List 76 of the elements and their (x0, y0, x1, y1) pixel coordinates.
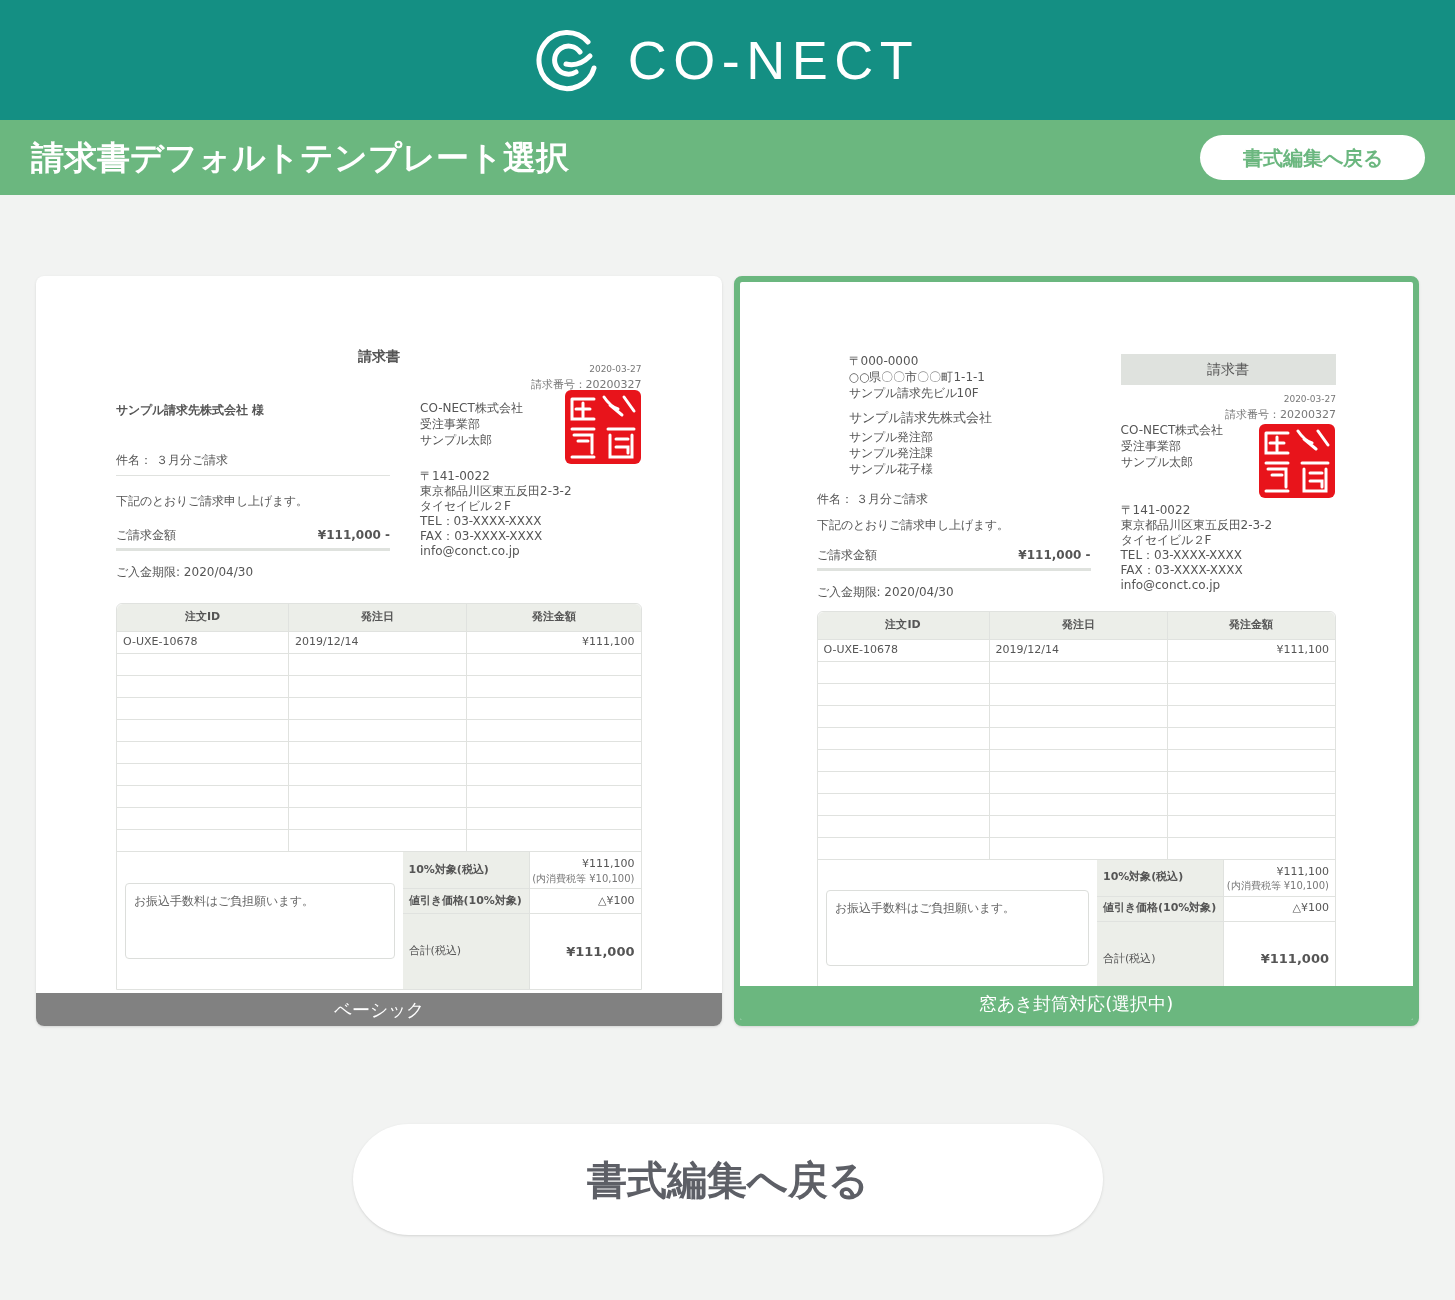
tax-note: (内消費税等 ¥10,100) (1226, 880, 1329, 892)
recipient-line: サンプル発注課 (848, 445, 934, 460)
column-header: 注文ID (183, 609, 222, 626)
message: 下記のとおりご請求申し上げます。 (116, 493, 309, 510)
summary-value: △¥100 (1292, 900, 1329, 917)
issuer-line: 受注事業部 (420, 417, 481, 431)
summary-value: ¥111,100 (582, 856, 635, 873)
page-title: 請求書デフォルトテンプレート選択 (31, 136, 569, 179)
issuer-contact-line: 〒141-0022 (420, 469, 491, 483)
message: 下記のとおりご請求申し上げます。 (816, 516, 1010, 534)
invoice-date: 2020-03-27 (589, 363, 642, 376)
summary-label: 10%対象(税込) (1102, 869, 1185, 886)
column-header: 発注日 (988, 611, 1167, 639)
summary-label: 合計(税込) (402, 913, 529, 989)
recipient-line: サンプル花子様 (848, 461, 934, 476)
issuer-contact-line: TEL：03-XXXX-XXXX (420, 514, 543, 528)
recipient-company: サンプル請求先株式会社 様 (116, 402, 266, 419)
column-header: 発注金額 (466, 604, 641, 631)
back-button[interactable]: 書式編集へ戻る (352, 1124, 1103, 1235)
invoice-title: 請求書 (356, 347, 401, 366)
tax-note: (内消費税等 ¥10,100) (532, 872, 635, 884)
summary-value: ¥111,100 (1276, 863, 1329, 880)
note-box: お振込手数料はご負担願います。 (825, 890, 1089, 966)
invoice-number: 請求番号：20200327 (1225, 406, 1336, 423)
amount-label: ご請求金額 (816, 546, 877, 564)
due-date: ご入金期限: 2020/04/30 (816, 583, 955, 601)
template-label: 窓あき封筒対応(選択中) (739, 986, 1413, 1020)
column-header: 発注金額 (1166, 611, 1335, 639)
issuer-line: サンプル太郎 (420, 433, 493, 447)
table-cell-text: O-UXE-10678 (122, 634, 199, 651)
summary-label: 10%対象(税込) (407, 861, 490, 878)
due-date: ご入金期限: 2020/04/30 (116, 564, 255, 581)
column-header: 発注日 (288, 604, 466, 631)
recipient-line: サンプル発注部 (848, 429, 934, 444)
note-box: お振込手数料はご負担願います。 (125, 882, 395, 959)
issuer-contact-line: TEL：03-XXXX-XXXX (1120, 548, 1243, 562)
template-label: ベーシック (36, 993, 722, 1026)
issuer-line: サンプル太郎 (1120, 455, 1194, 469)
subject: 件名： ３月分ご請求 (816, 490, 930, 508)
summary-value: ¥111,000 (1260, 950, 1329, 969)
table-cell: 2019/12/14 (988, 639, 1167, 661)
issuer-contact-line: FAX：03-XXXX-XXXX (420, 529, 544, 543)
recipient-address-line: サンプル請求先ビル10F (848, 386, 980, 400)
template-card[interactable] (36, 276, 722, 1026)
summary-label: 値引き価格(10%対象) (1097, 895, 1223, 921)
table-cell: ¥111,100 (466, 632, 641, 653)
recipient-address-line: ○○県〇〇市〇〇町1-1-1 (848, 370, 986, 384)
issuer-contact-line: 東京都品川区東五反田2-3-2 (1120, 518, 1274, 532)
issuer-contact-line: info@conct.co.jp (420, 544, 521, 558)
issuer-contact-line: 東京都品川区東五反田2-3-2 (420, 484, 573, 498)
issuer-contact-line: FAX：03-XXXX-XXXX (1120, 563, 1244, 577)
invoice-number: 請求番号：20200327 (530, 376, 642, 393)
issuer-line: CO-NECT株式会社 (1120, 423, 1224, 437)
column-header: 注文ID (884, 616, 922, 633)
recipient-company: サンプル請求先株式会社 (848, 409, 993, 427)
issuer-contact-line: 〒141-0022 (1120, 503, 1192, 517)
issuer-line: 受注事業部 (1120, 439, 1182, 453)
summary-value: △¥100 (598, 892, 635, 909)
table-cell: 2019/12/14 (288, 632, 466, 653)
table-cell: ¥111,100 (1166, 639, 1335, 661)
invoice-title: 請求書 (1120, 354, 1336, 385)
table-cell-text: O-UXE-10678 (822, 641, 899, 658)
issuer-line: CO-NECT株式会社 (420, 401, 523, 415)
summary-value: ¥111,000 (566, 942, 635, 961)
issuer-contact-line: タイセイビル２F (1120, 533, 1213, 547)
issuer-contact-line: タイセイビル２F (420, 499, 512, 513)
recipient-address-line: 〒000-0000 (848, 354, 920, 368)
logo-text: CO-NECT (627, 28, 920, 92)
amount-value: ¥111,000 - (1018, 546, 1091, 564)
amount-label: ご請求金額 (116, 527, 176, 544)
summary-label: 値引き価格(10%対象) (402, 888, 529, 913)
template-card[interactable] (733, 276, 1419, 1026)
subject: 件名： ３月分ご請求 (116, 451, 390, 476)
amount-value: ¥111,000 - (317, 527, 390, 544)
invoice-date: 2020-03-27 (1283, 393, 1336, 406)
issuer-contact-line: info@conct.co.jp (1120, 578, 1222, 592)
